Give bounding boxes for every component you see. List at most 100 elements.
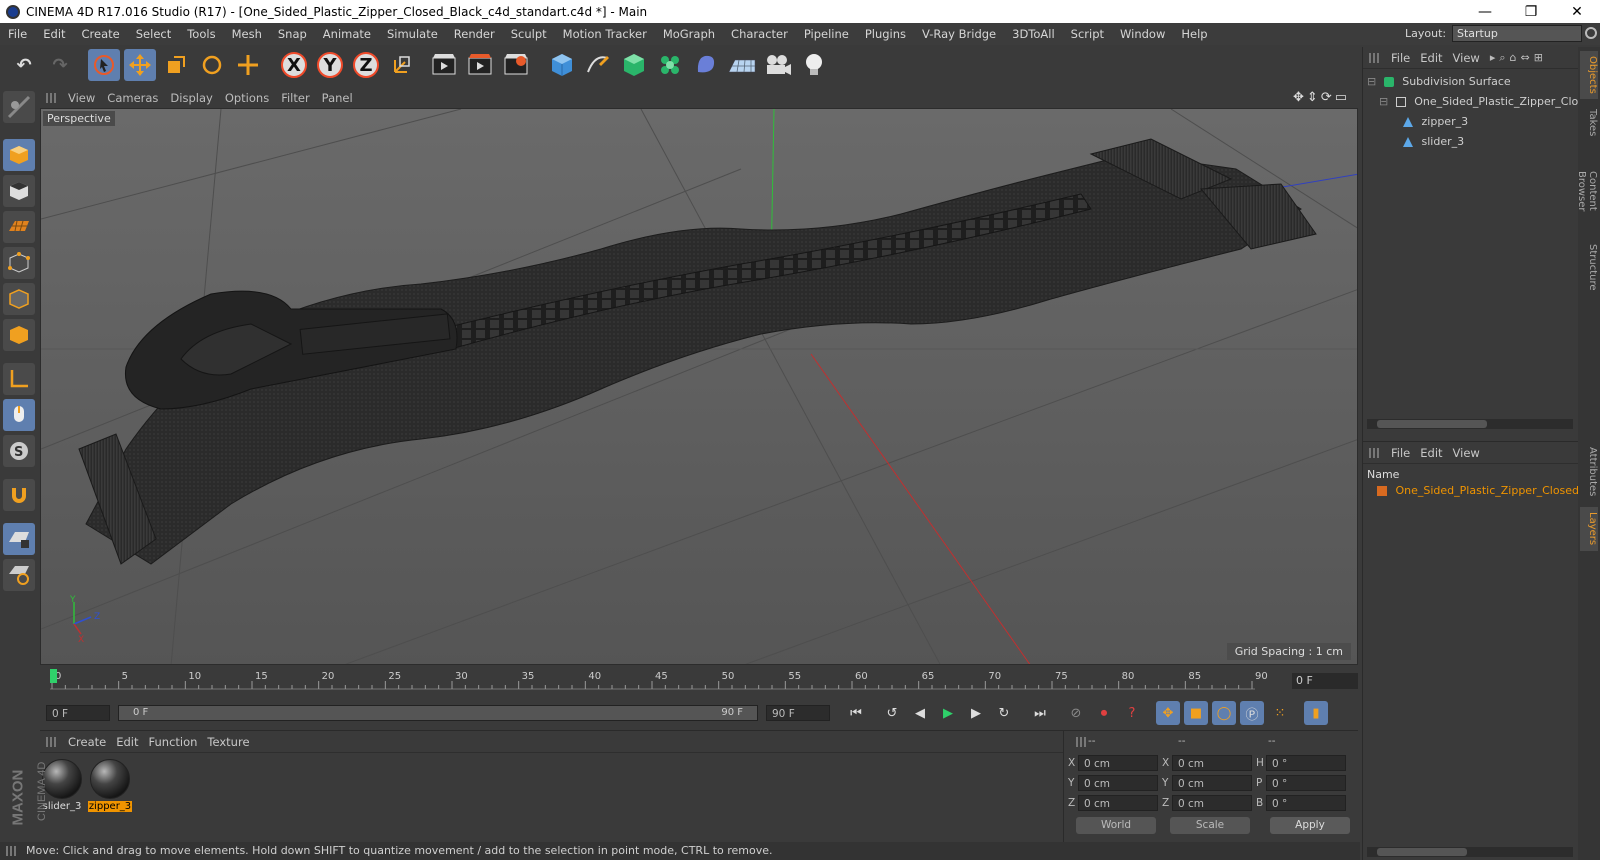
previous-frame-icon[interactable]: ◀: [908, 701, 932, 725]
polygons-mode-icon[interactable]: [3, 319, 35, 351]
3d-viewport[interactable]: Y Z X Perspective Grid Spacing : 1 cm: [40, 108, 1358, 665]
coordinate-system-icon[interactable]: [386, 49, 418, 81]
menu-file[interactable]: File: [0, 27, 35, 41]
viewport-menu-filter[interactable]: Filter: [281, 91, 321, 105]
play-icon[interactable]: ▶: [936, 701, 960, 725]
menu-render[interactable]: Render: [446, 27, 503, 41]
tab-takes[interactable]: Takes: [1580, 103, 1598, 143]
close-button[interactable]: ✕: [1554, 4, 1600, 20]
key-rotation-icon[interactable]: ◯: [1212, 701, 1236, 725]
viewport-navigation-icons[interactable]: ✥⇕⟳▭: [1293, 90, 1350, 105]
scrollbar-thumb[interactable]: [1377, 848, 1467, 856]
move-icon[interactable]: [124, 49, 156, 81]
coord-rot-b-field[interactable]: 0 °: [1266, 795, 1346, 811]
menu-motion-tracker[interactable]: Motion Tracker: [555, 27, 655, 41]
menu-animate[interactable]: Animate: [315, 27, 379, 41]
menu-script[interactable]: Script: [1063, 27, 1112, 41]
playhead-marker[interactable]: [50, 669, 57, 683]
material-menu-create[interactable]: Create: [68, 735, 116, 749]
layers-menu-edit[interactable]: Edit: [1420, 446, 1452, 460]
viewport-menu-view[interactable]: View: [68, 91, 107, 105]
coord-pos-z-field[interactable]: 0 cm: [1078, 795, 1158, 811]
live-selection-icon[interactable]: [88, 49, 120, 81]
apply-button[interactable]: Apply: [1270, 817, 1350, 834]
menu-vray-bridge[interactable]: V-Ray Bridge: [914, 27, 1004, 41]
tab-objects[interactable]: Objects: [1580, 51, 1598, 99]
frame-range-slider[interactable]: 0 F 90 F: [118, 705, 758, 721]
menu-window[interactable]: Window: [1112, 27, 1173, 41]
tab-content-browser[interactable]: Content Browser: [1576, 147, 1598, 235]
goto-end-icon[interactable]: ⏭: [1028, 701, 1052, 725]
pen-spline-icon[interactable]: [582, 49, 614, 81]
collapse-toggle-icon[interactable]: ⊟: [1379, 95, 1388, 108]
material-menu-function[interactable]: Function: [149, 735, 208, 749]
locked-workplane-icon[interactable]: [3, 523, 35, 555]
coord-space-dropdown[interactable]: World: [1076, 817, 1156, 834]
end-frame-field[interactable]: 90 F: [766, 705, 830, 721]
axis-mode-icon[interactable]: [3, 363, 35, 395]
current-frame-field[interactable]: 0 F: [1292, 673, 1358, 689]
scrollbar-thumb[interactable]: [1377, 420, 1487, 428]
record-keys-icon[interactable]: ⊘: [1064, 701, 1088, 725]
deformer-icon[interactable]: [690, 49, 722, 81]
viewport-menu-display[interactable]: Display: [170, 91, 224, 105]
coord-rot-h-field[interactable]: 0 °: [1266, 755, 1346, 771]
cube-icon[interactable]: [546, 49, 578, 81]
minimize-button[interactable]: —: [1462, 4, 1508, 20]
last-tool-icon[interactable]: [232, 49, 264, 81]
autokeying-icon[interactable]: ⏺: [1092, 701, 1116, 725]
tree-item-zipper-group[interactable]: ⊟ One_Sided_Plastic_Zipper_Closed: [1379, 93, 1598, 111]
menu-tools[interactable]: Tools: [179, 27, 223, 41]
tree-item-subdivision-surface[interactable]: ⊟ Subdivision Surface: [1367, 73, 1511, 91]
key-scale-icon[interactable]: ■: [1184, 701, 1208, 725]
goto-start-icon[interactable]: ⏮: [844, 701, 868, 725]
cloner-icon[interactable]: [654, 49, 686, 81]
magnet-icon[interactable]: [3, 479, 35, 511]
z-axis-icon[interactable]: Z: [350, 49, 382, 81]
layers-menu-view[interactable]: View: [1453, 446, 1490, 460]
menu-plugins[interactable]: Plugins: [857, 27, 914, 41]
coord-size-x-field[interactable]: 0 cm: [1172, 755, 1252, 771]
viewport-menu-options[interactable]: Options: [225, 91, 281, 105]
points-mode-icon[interactable]: [3, 247, 35, 279]
next-key-icon[interactable]: ↻: [992, 701, 1016, 725]
menu-simulate[interactable]: Simulate: [379, 27, 446, 41]
planar-workplane-icon[interactable]: [3, 559, 35, 591]
subdivision-icon[interactable]: [618, 49, 650, 81]
material-swatch-zipper[interactable]: zipper_3: [88, 759, 132, 812]
edit-render-settings-icon[interactable]: [500, 49, 532, 81]
menu-help[interactable]: Help: [1173, 27, 1215, 41]
collapse-toggle-icon[interactable]: ⊟: [1367, 75, 1376, 88]
timeline[interactable]: 0 5 10 15 20 25 30 35 40 45 50 55 60 65 70 75 80 85 90 0 F: [40, 667, 1358, 697]
rotate-icon[interactable]: [196, 49, 228, 81]
menu-character[interactable]: Character: [723, 27, 796, 41]
keyframe-selection-icon[interactable]: ?: [1120, 701, 1144, 725]
objects-panel-tool-icons[interactable]: ▸⌕⌂⇔⊞: [1490, 51, 1547, 65]
layers-grip-icon[interactable]: [1369, 447, 1381, 458]
scale-icon[interactable]: [160, 49, 192, 81]
undo-icon[interactable]: ↶: [8, 49, 40, 81]
redo-icon[interactable]: ↷: [44, 49, 76, 81]
y-axis-icon[interactable]: Y: [314, 49, 346, 81]
tree-item-slider[interactable]: slider_3: [1403, 133, 1464, 151]
key-pla-icon[interactable]: ⁙: [1268, 701, 1292, 725]
key-position-icon[interactable]: ✥: [1156, 701, 1180, 725]
layers-menu-file[interactable]: File: [1391, 446, 1420, 460]
timeline-window-icon[interactable]: ▮: [1304, 701, 1328, 725]
menu-pipeline[interactable]: Pipeline: [796, 27, 857, 41]
menu-create[interactable]: Create: [74, 27, 128, 41]
viewport-camera-label[interactable]: Perspective: [43, 111, 115, 126]
layers-horizontal-scrollbar[interactable]: [1367, 847, 1573, 857]
model-mode-icon[interactable]: [3, 139, 35, 171]
viewport-grip-icon[interactable]: [46, 93, 58, 103]
x-axis-icon[interactable]: X: [278, 49, 310, 81]
objects-menu-view[interactable]: View: [1453, 51, 1490, 65]
layout-dropdown[interactable]: Startup: [1452, 25, 1582, 42]
objects-menu-edit[interactable]: Edit: [1420, 51, 1452, 65]
maximize-button[interactable]: ❐: [1508, 4, 1554, 20]
timeline-ruler[interactable]: 0 5 10 15 20 25 30 35 40 45 50 55 60 65 70 75 80 85 90: [50, 667, 1290, 695]
search-icon[interactable]: [1585, 27, 1597, 39]
floor-icon[interactable]: [726, 49, 758, 81]
viewport-menu-panel[interactable]: Panel: [322, 91, 365, 105]
viewport-menu-cameras[interactable]: Cameras: [107, 91, 170, 105]
